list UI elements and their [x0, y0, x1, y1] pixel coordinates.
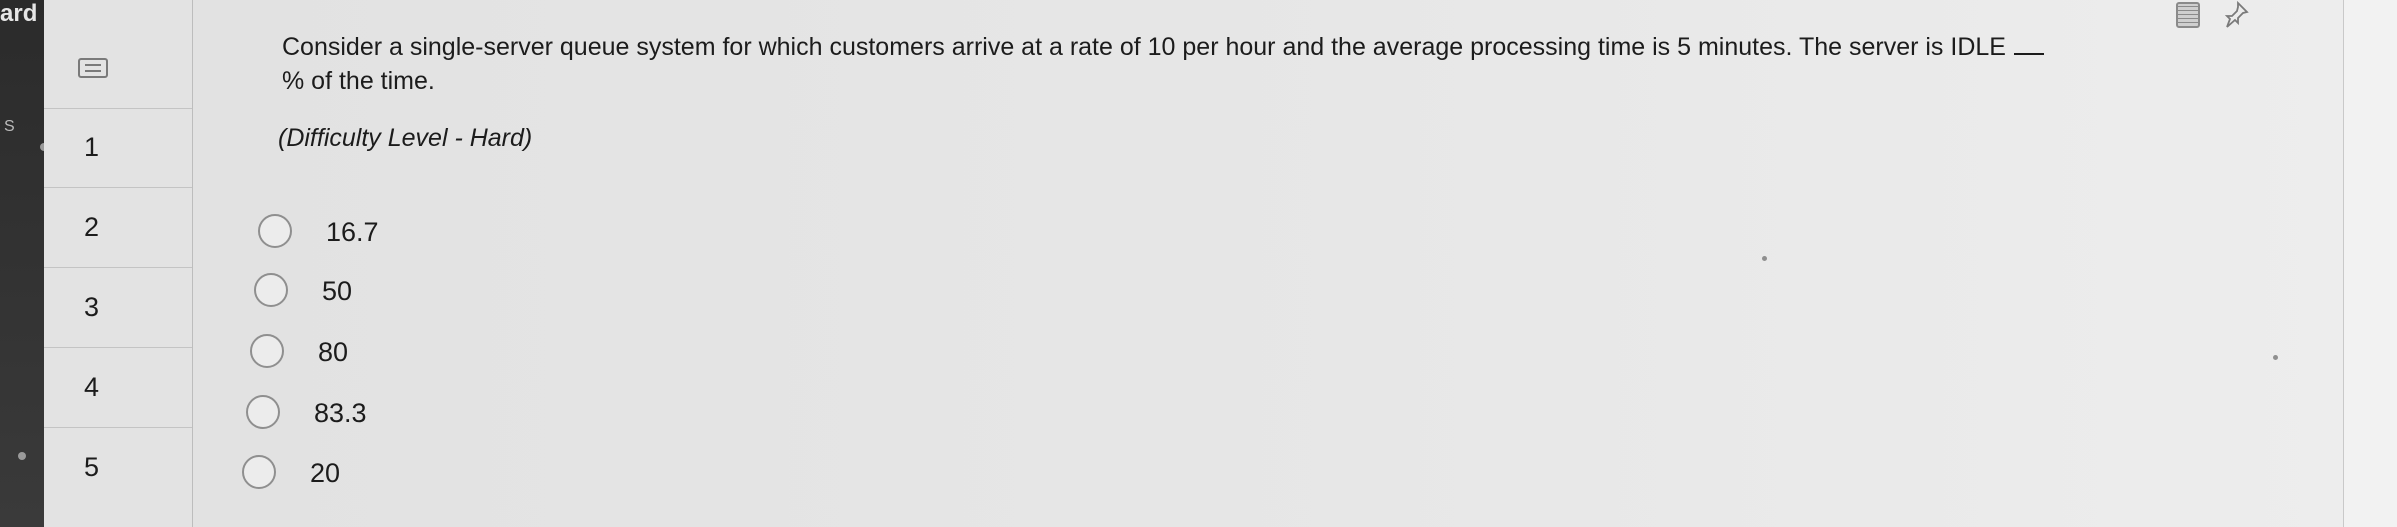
radio-button[interactable]	[258, 214, 292, 248]
left-dark-panel: ard S	[0, 0, 48, 527]
radio-button[interactable]	[242, 455, 276, 489]
radio-button[interactable]	[254, 273, 288, 307]
answer-blank	[2013, 53, 2044, 55]
option-label: 20	[310, 458, 341, 488]
side-letter: S	[4, 118, 15, 135]
option-label: 50	[322, 276, 353, 306]
nav-item-label: 5	[84, 452, 100, 482]
question-line-2: % of the time.	[282, 67, 435, 95]
panel-label: ard	[0, 0, 38, 27]
nav-item-label: 3	[84, 292, 100, 322]
pin-icon[interactable]	[2222, 0, 2250, 28]
radio-button[interactable]	[250, 334, 284, 368]
nav-item-label: 4	[84, 372, 100, 402]
nav-item-label: 1	[84, 132, 100, 162]
option-label: 80	[318, 337, 349, 367]
nav-item-5[interactable]: 5	[44, 428, 192, 508]
calculator-icon[interactable]	[2176, 2, 2200, 28]
question-line-1: Consider a single-server queue system fo…	[282, 33, 2006, 61]
nav-item-1[interactable]: 1	[44, 108, 192, 188]
question-nav: 1 2 3 4 5	[44, 0, 193, 527]
right-edge-panel	[2343, 0, 2397, 527]
nav-item-2[interactable]: 2	[44, 188, 192, 268]
question-text: Consider a single-server queue system fo…	[282, 30, 2282, 98]
nav-item-label: 2	[84, 212, 100, 242]
difficulty-label: (Difficulty Level - Hard)	[278, 124, 533, 152]
list-icon[interactable]	[78, 58, 108, 78]
screen-speck	[2273, 355, 2278, 360]
option-label: 83.3	[314, 398, 367, 428]
screen-speck	[1762, 256, 1767, 261]
nav-item-3[interactable]: 3	[44, 268, 192, 348]
nav-header	[44, 0, 192, 109]
radio-button[interactable]	[246, 395, 280, 429]
nav-item-4[interactable]: 4	[44, 348, 192, 428]
nav-indicator-dot	[18, 452, 26, 460]
option-label: 16.7	[326, 217, 379, 247]
